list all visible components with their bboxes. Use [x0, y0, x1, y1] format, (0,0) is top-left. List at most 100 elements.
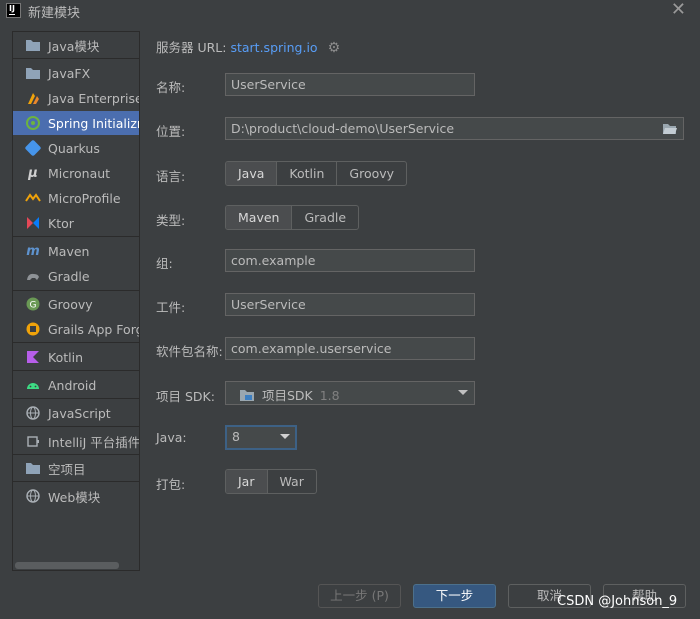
group-label: 组: [156, 256, 173, 271]
plugin-icon [25, 433, 41, 449]
sidebar-item-intellij-plugin[interactable]: IntelliJ 平台插件 [13, 429, 140, 453]
watermark: CSDN @Johnson_9 [557, 594, 678, 609]
sidebar-item-java-module[interactable]: Java模块 [13, 33, 139, 57]
maven-icon: m [26, 243, 40, 259]
sidebar-item-label: MicroProfile [48, 190, 121, 206]
grails-icon [25, 321, 41, 337]
quarkus-icon [25, 140, 41, 156]
type-option-gradle[interactable]: Gradle [292, 206, 358, 229]
module-type-list[interactable]: Java模块 JavaFX Java Enterprise Spring Ini… [12, 31, 140, 571]
sdk-version: 1.8 [319, 388, 340, 403]
sidebar-item-micronaut[interactable]: μ Micronaut [13, 161, 139, 185]
sidebar-item-label: Maven [48, 243, 90, 259]
type-label: 类型: [156, 213, 186, 228]
server-url-label: 服务器 URL: [156, 40, 227, 55]
micronaut-icon: μ [28, 165, 38, 181]
sidebar-item-grails[interactable]: Grails App Forge [13, 317, 139, 341]
type-option-maven[interactable]: Maven [226, 206, 293, 229]
sidebar-item-gradle[interactable]: Gradle [13, 264, 139, 288]
sidebar-item-maven[interactable]: m Maven [13, 239, 139, 263]
packaging-option-jar[interactable]: Jar [226, 470, 268, 493]
sidebar-item-javascript[interactable]: JavaScript [13, 401, 139, 425]
location-field[interactable]: D:\product\cloud-demo\UserService [225, 117, 684, 140]
sdk-label: 项目 SDK: [156, 389, 215, 404]
sidebar-item-spring-initializr[interactable]: Spring Initializr [13, 111, 140, 135]
packaging-selector[interactable]: Jar War [225, 469, 317, 494]
chevron-down-icon [280, 434, 290, 439]
sidebar-item-microprofile[interactable]: MicroProfile [13, 186, 139, 210]
server-url-link[interactable]: start.spring.io [230, 40, 317, 55]
sidebar-item-kotlin[interactable]: Kotlin [13, 345, 139, 369]
globe-icon [25, 405, 41, 421]
globe-icon [25, 488, 41, 504]
sidebar-item-quarkus[interactable]: Quarkus [13, 136, 139, 160]
enterprise-icon [25, 90, 41, 106]
artifact-label: 工件: [156, 300, 186, 315]
location-label: 位置: [156, 124, 186, 139]
sidebar-item-label: Java Enterprise [48, 90, 140, 106]
kotlin-icon [25, 349, 41, 365]
title-bar: IJ 新建模块 ✕ [0, 0, 700, 22]
artifact-field[interactable] [225, 293, 475, 316]
package-name-label: 软件包名称: [156, 344, 223, 359]
window-title: 新建模块 [28, 6, 81, 21]
sidebar-item-label: Groovy [48, 296, 93, 312]
folder-icon [25, 37, 41, 53]
sidebar-item-label: Web模块 [48, 489, 101, 505]
close-icon[interactable]: ✕ [671, 0, 686, 20]
name-field[interactable] [225, 73, 475, 96]
svg-text:G: G [30, 301, 37, 311]
sidebar-item-groovy[interactable]: G Groovy [13, 292, 139, 316]
previous-button[interactable]: 上一步 (P) [318, 584, 401, 608]
sidebar-item-label: Spring Initializr [48, 115, 140, 131]
sidebar-item-java-enterprise[interactable]: Java Enterprise [13, 86, 140, 110]
open-folder-icon[interactable] [662, 121, 678, 138]
packaging-label: 打包: [156, 477, 186, 492]
sidebar-item-label: IntelliJ 平台插件 [48, 434, 140, 450]
sidebar-item-label: JavaFX [48, 65, 91, 81]
sdk-dropdown[interactable]: 项目SDK 1.8 [225, 381, 475, 405]
language-selector[interactable]: Java Kotlin Groovy [225, 161, 408, 186]
horizontal-scrollbar[interactable] [15, 562, 119, 569]
server-url-row: 服务器 URL: start.spring.io ⚙ [156, 37, 340, 56]
intellij-logo-icon: IJ [6, 3, 21, 18]
name-label: 名称: [156, 80, 186, 95]
sidebar-item-label: Ktor [48, 215, 74, 231]
android-icon [25, 377, 41, 393]
language-option-kotlin[interactable]: Kotlin [277, 162, 338, 185]
sdk-folder-icon [239, 389, 255, 405]
language-label: 语言: [156, 169, 186, 184]
sidebar-item-empty-project[interactable]: 空项目 [13, 456, 139, 480]
microprofile-icon [25, 190, 41, 206]
ktor-icon [25, 215, 41, 231]
location-value: D:\product\cloud-demo\UserService [231, 121, 455, 136]
package-name-field[interactable] [225, 337, 475, 360]
language-option-groovy[interactable]: Groovy [337, 162, 406, 185]
java-version-value: 8 [232, 429, 240, 444]
gradle-icon [25, 268, 41, 284]
chevron-down-icon [458, 390, 468, 395]
folder-icon [25, 460, 41, 476]
sdk-value: 项目SDK [261, 388, 313, 403]
sidebar-item-label: 空项目 [48, 461, 86, 477]
sidebar-item-label: JavaScript [48, 405, 111, 421]
sidebar-item-label: Micronaut [48, 165, 111, 181]
build-type-selector[interactable]: Maven Gradle [225, 205, 360, 230]
java-version-dropdown[interactable]: 8 [225, 425, 297, 450]
group-field[interactable] [225, 249, 475, 272]
sidebar-item-label: Quarkus [48, 140, 100, 156]
spring-icon [25, 115, 41, 131]
java-version-label: Java: [156, 430, 187, 445]
sidebar-item-javafx[interactable]: JavaFX [13, 61, 139, 85]
gear-icon[interactable]: ⚙ [328, 40, 341, 56]
language-option-java[interactable]: Java [226, 162, 278, 185]
packaging-option-war[interactable]: War [268, 470, 316, 493]
groovy-icon: G [25, 296, 41, 312]
sidebar-item-label: Java模块 [48, 38, 100, 54]
sidebar-item-label: Gradle [48, 268, 90, 284]
next-button[interactable]: 下一步 [413, 584, 496, 608]
sidebar-item-label: Android [48, 377, 97, 393]
sidebar-item-ktor[interactable]: Ktor [13, 211, 139, 235]
sidebar-item-android[interactable]: Android [13, 373, 139, 397]
sidebar-item-web-module[interactable]: Web模块 [13, 484, 139, 508]
